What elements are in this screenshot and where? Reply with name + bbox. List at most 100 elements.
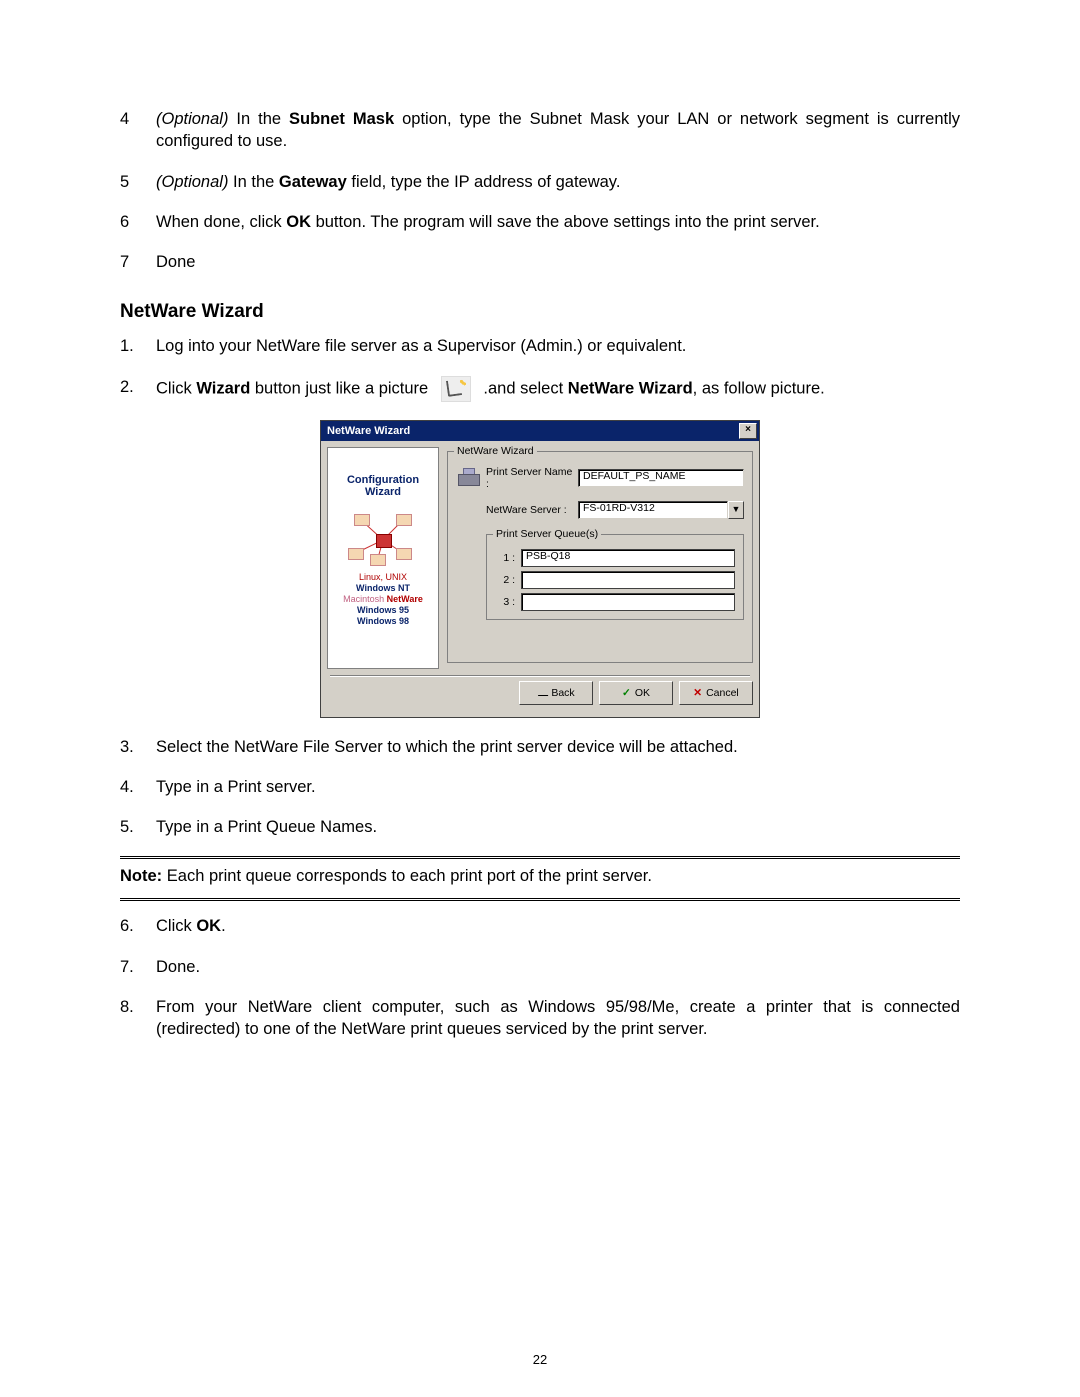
step-b-7: 7. Done. bbox=[120, 956, 960, 978]
step-body: Type in a Print Queue Names. bbox=[156, 816, 960, 838]
side-title-1: Configuration bbox=[328, 474, 438, 486]
dialog-body: Configuration Wizard bbox=[321, 441, 759, 675]
step-b-8: 8. From your NetWare client computer, su… bbox=[120, 996, 960, 1041]
step-b-2: 2. Click Wizard button just like a pictu… bbox=[120, 376, 960, 402]
step-b-3: 3. Select the NetWare File Server to whi… bbox=[120, 736, 960, 758]
step-body: Select the NetWare File Server to which … bbox=[156, 736, 960, 758]
step-b-5: 5. Type in a Print Queue Names. bbox=[120, 816, 960, 838]
step-body: (Optional) In the Gateway field, type th… bbox=[156, 171, 960, 193]
step-rest: field, type the IP address of gateway. bbox=[347, 173, 621, 191]
step-b-1: 1. Log into your NetWare file server as … bbox=[120, 335, 960, 357]
step-strong: Subnet Mask bbox=[289, 110, 394, 128]
back-button[interactable]: Back bbox=[519, 681, 593, 705]
netware-server-row: NetWare Server : FS-01RD-V312 ▼ bbox=[456, 496, 744, 524]
step-7: 7 Done bbox=[120, 251, 960, 273]
step-pre: In the bbox=[233, 173, 279, 191]
step-pre: Done bbox=[156, 253, 195, 271]
step-strong: OK bbox=[286, 213, 311, 231]
step-num: 4. bbox=[120, 776, 156, 798]
step-list-b3: 3. Select the NetWare File Server to whi… bbox=[120, 736, 960, 839]
chevron-down-icon[interactable]: ▼ bbox=[728, 501, 744, 519]
ps-label: Print Server Name : bbox=[486, 466, 578, 490]
queue-3-input[interactable] bbox=[521, 593, 735, 611]
step-num: 4 bbox=[120, 108, 156, 153]
t: Click bbox=[156, 379, 196, 397]
t: . bbox=[221, 917, 226, 935]
step-body: Done. bbox=[156, 956, 960, 978]
dialog-titlebar: NetWare Wizard × bbox=[321, 421, 759, 441]
wizard-wand-icon bbox=[441, 376, 471, 402]
note-text: Each print queue corresponds to each pri… bbox=[162, 867, 652, 885]
step-body: Type in a Print server. bbox=[156, 776, 960, 798]
section-title: NetWare Wizard bbox=[120, 301, 960, 323]
wizard-side-panel: Configuration Wizard bbox=[327, 447, 439, 669]
printer-icon bbox=[456, 464, 482, 492]
select-value: FS-01RD-V312 bbox=[578, 501, 728, 519]
os-item: Windows NT bbox=[328, 583, 438, 594]
step-body: Done bbox=[156, 251, 960, 273]
queue-row-3: 3 : bbox=[495, 593, 735, 611]
os-list: Linux, UNIX Windows NT Macintosh NetWare… bbox=[328, 572, 438, 627]
step-b-4: 4. Type in a Print server. bbox=[120, 776, 960, 798]
group-title: NetWare Wizard bbox=[454, 445, 537, 457]
print-server-name-input[interactable]: DEFAULT_PS_NAME bbox=[578, 469, 744, 487]
netware-server-select[interactable]: FS-01RD-V312 ▼ bbox=[578, 501, 744, 519]
network-graphic-icon bbox=[348, 508, 418, 568]
step-tag: (Optional) bbox=[156, 110, 236, 128]
step-body: Click OK. bbox=[156, 915, 960, 937]
step-num: 6 bbox=[120, 211, 156, 233]
print-server-name-row: Print Server Name : DEFAULT_PS_NAME bbox=[456, 464, 744, 492]
queue-2-input[interactable] bbox=[521, 571, 735, 589]
queues-title: Print Server Queue(s) bbox=[493, 528, 601, 540]
t: Click bbox=[156, 917, 196, 935]
note-top-rule bbox=[120, 856, 960, 859]
btn-label: Cancel bbox=[706, 687, 739, 699]
step-body: Click Wizard button just like a picture … bbox=[156, 376, 960, 402]
note: Note: Each print queue corresponds to ea… bbox=[120, 867, 960, 886]
t: , as follow picture. bbox=[693, 379, 825, 397]
q3-label: 3 : bbox=[495, 596, 515, 608]
close-icon[interactable]: × bbox=[739, 423, 757, 439]
os-item: Macintosh NetWare bbox=[328, 594, 438, 605]
step-rest: button. The program will save the above … bbox=[311, 213, 820, 231]
queue-1-input[interactable]: PSB-Q18 bbox=[521, 549, 735, 567]
queues-group: Print Server Queue(s) 1 : PSB-Q18 2 : 3 … bbox=[486, 534, 744, 620]
queue-row-2: 2 : bbox=[495, 571, 735, 589]
step-num: 3. bbox=[120, 736, 156, 758]
step-5: 5 (Optional) In the Gateway field, type … bbox=[120, 171, 960, 193]
btn-label: Back bbox=[551, 687, 574, 699]
arrow-left-icon bbox=[536, 689, 549, 696]
step-num: 7 bbox=[120, 251, 156, 273]
dialog-title: NetWare Wizard bbox=[327, 425, 739, 437]
cancel-button[interactable]: ✕Cancel bbox=[679, 681, 753, 705]
step-num: 1. bbox=[120, 335, 156, 357]
step-num: 2. bbox=[120, 376, 156, 402]
step-list-b4: 6. Click OK. 7. Done. 8. From your NetWa… bbox=[120, 915, 960, 1040]
step-num: 5. bbox=[120, 816, 156, 838]
step-num: 6. bbox=[120, 915, 156, 937]
step-b-6: 6. Click OK. bbox=[120, 915, 960, 937]
step-body: Log into your NetWare file server as a S… bbox=[156, 335, 960, 357]
t: Wizard bbox=[196, 379, 250, 397]
step-6: 6 When done, click OK button. The progra… bbox=[120, 211, 960, 233]
step-4: 4 (Optional) In the Subnet Mask option, … bbox=[120, 108, 960, 153]
netware-wizard-dialog: NetWare Wizard × Configuration Wizard bbox=[320, 420, 760, 718]
step-pre: In the bbox=[236, 110, 289, 128]
side-title-2: Wizard bbox=[328, 486, 438, 498]
os-item: Windows 98 bbox=[328, 616, 438, 627]
check-icon: ✓ bbox=[622, 687, 631, 699]
step-num: 7. bbox=[120, 956, 156, 978]
step-num: 8. bbox=[120, 996, 156, 1041]
step-body: From your NetWare client computer, such … bbox=[156, 996, 960, 1041]
dialog-screenshot: NetWare Wizard × Configuration Wizard bbox=[120, 420, 960, 718]
netware-group: NetWare Wizard Print Server Name : DEFAU… bbox=[447, 451, 753, 663]
ok-button[interactable]: ✓OK bbox=[599, 681, 673, 705]
note-bottom-rule bbox=[120, 898, 960, 901]
nw-label: NetWare Server : bbox=[486, 504, 578, 516]
t: OK bbox=[196, 917, 221, 935]
step-list-b1: 1. Log into your NetWare file server as … bbox=[120, 335, 960, 401]
spacer bbox=[456, 496, 482, 524]
dialog-buttons: Back ✓OK ✕Cancel bbox=[321, 677, 759, 717]
t: .and select bbox=[479, 379, 568, 397]
page-number: 22 bbox=[0, 1352, 1080, 1367]
